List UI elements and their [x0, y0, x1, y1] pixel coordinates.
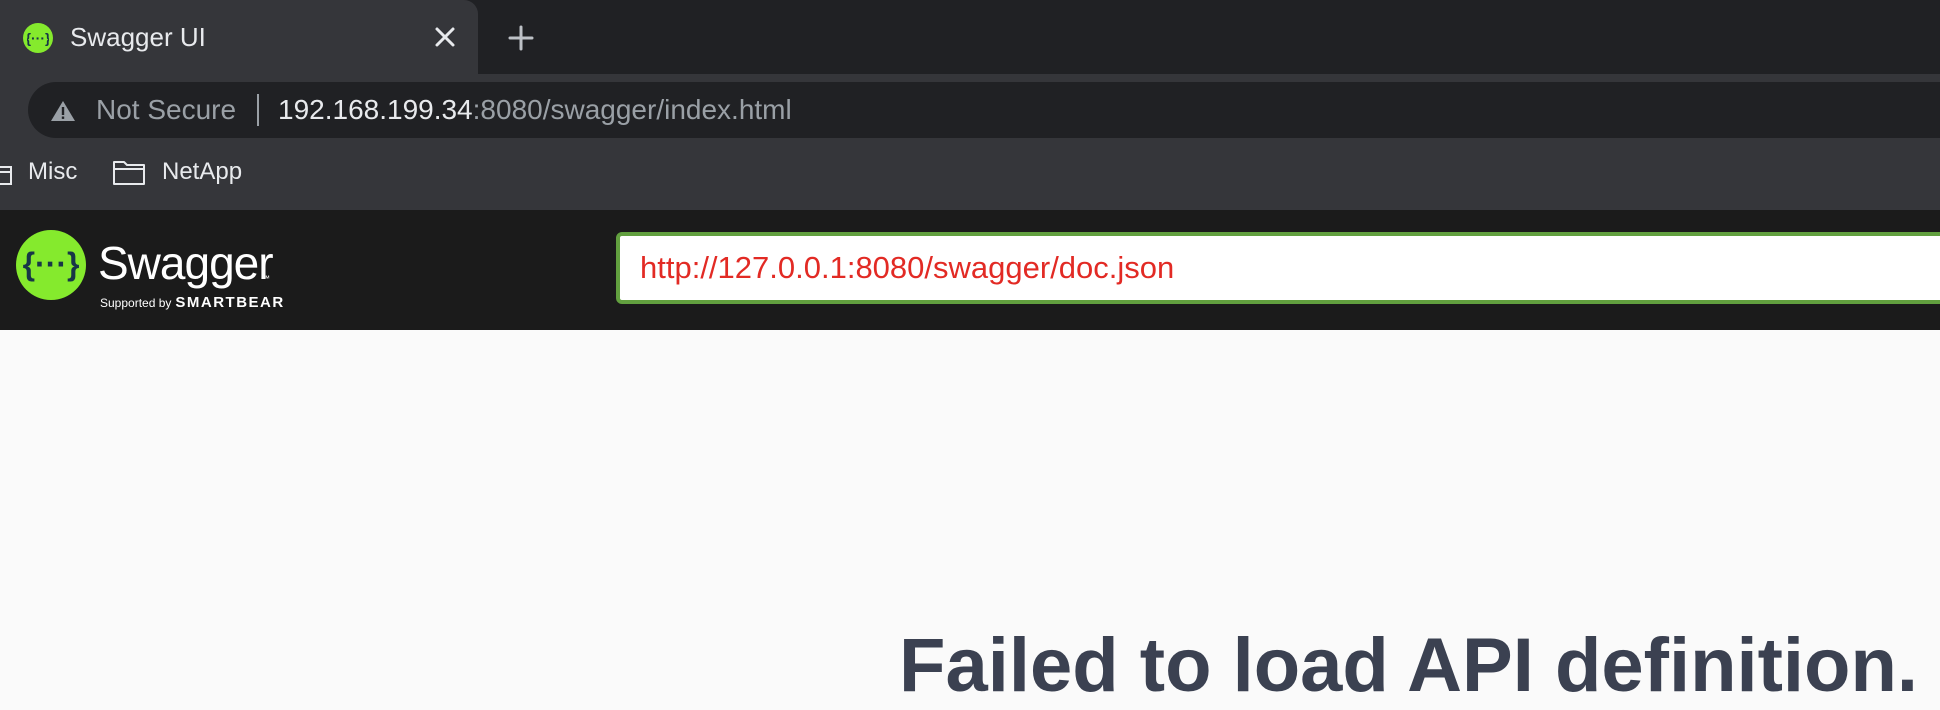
- swagger-topbar: {···} Swagger ™ Supported by SMARTBEAR: [0, 210, 1940, 330]
- swagger-logo-icon[interactable]: {···}: [16, 230, 86, 300]
- smartbear-text: SMARTBEAR: [175, 294, 285, 311]
- url-text[interactable]: 192.168.199.34:8080/swagger/index.html: [278, 94, 792, 126]
- url-host: 192.168.199.34: [278, 94, 473, 125]
- browser-toolbar: Not Secure 192.168.199.34:8080/swagger/i…: [0, 74, 1940, 284]
- bookmark-misc[interactable]: Misc: [28, 158, 77, 186]
- swagger-brand[interactable]: Swagger: [98, 236, 274, 290]
- tab-strip: {···} Swagger UI: [0, 0, 1940, 74]
- plus-icon[interactable]: [505, 22, 537, 54]
- tab-title: Swagger UI: [70, 22, 206, 52]
- folder-icon[interactable]: [112, 158, 146, 186]
- address-bar[interactable]: Not Secure 192.168.199.34:8080/swagger/i…: [28, 82, 1940, 138]
- error-message: Failed to load API definition.: [899, 623, 1918, 708]
- swagger-sponsor: Supported by SMARTBEAR: [100, 294, 285, 312]
- bookmark-netapp[interactable]: NetApp: [162, 158, 242, 186]
- svg-text:{···}: {···}: [27, 30, 49, 46]
- close-icon[interactable]: [430, 22, 460, 52]
- browser-tab[interactable]: {···} Swagger UI: [0, 0, 478, 74]
- trademark-mark: ™: [262, 274, 270, 283]
- folder-icon[interactable]: [0, 164, 12, 186]
- swagger-favicon-icon: {···}: [23, 23, 53, 53]
- warning-icon[interactable]: [50, 99, 76, 123]
- security-label[interactable]: Not Secure: [96, 94, 236, 126]
- omnibox-separator: [257, 94, 259, 126]
- supported-by-text: Supported by: [100, 296, 172, 310]
- url-path: :8080/swagger/index.html: [472, 94, 792, 125]
- svg-text:{···}: {···}: [23, 246, 80, 282]
- spec-url-input[interactable]: [616, 232, 1940, 304]
